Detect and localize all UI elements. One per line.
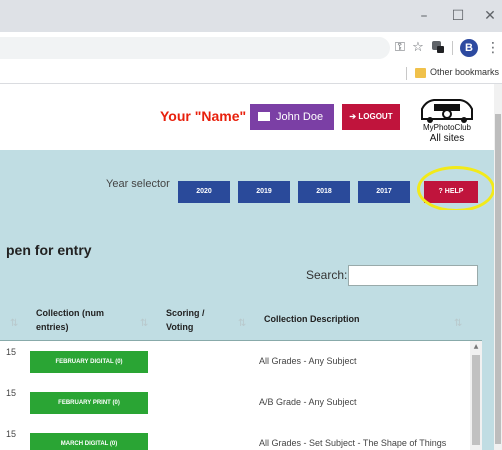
main-content: pen for entry Search: ⇅ Collection (num … — [0, 210, 494, 450]
star-icon[interactable]: ☆ — [410, 40, 426, 56]
column-collection[interactable]: Collection (num entries) — [36, 306, 136, 334]
user-button-label: John Doe — [276, 111, 324, 123]
year-button-2018[interactable]: 2018 — [298, 181, 350, 203]
column-description[interactable]: Collection Description — [264, 312, 414, 326]
help-highlight-ring — [417, 166, 495, 212]
table-header: ⇅ Collection (num entries) ⇅ Scoring / V… — [0, 300, 494, 340]
other-bookmarks-link[interactable]: Other bookmarks — [430, 67, 499, 77]
row-number: 15 — [6, 388, 17, 398]
year-button-2019[interactable]: 2019 — [238, 181, 290, 203]
profile-avatar[interactable]: B — [460, 39, 478, 57]
collection-button[interactable]: MARCH DIGITAL (0) — [30, 433, 148, 450]
collection-description: All Grades - Any Subject — [259, 356, 357, 366]
myphotoclub-logo[interactable]: MyPhotoClub All sites — [412, 95, 482, 147]
logo-subtitle: All sites — [429, 133, 465, 144]
title-bar: – ☐ ✕ — [0, 0, 502, 32]
extension-icon[interactable] — [430, 40, 446, 56]
table-scrollbar[interactable]: ▲ — [470, 341, 482, 450]
id-card-icon — [258, 111, 270, 121]
year-button-2017[interactable]: 2017 — [358, 181, 410, 203]
close-button[interactable]: ✕ — [480, 6, 500, 26]
collection-button[interactable]: FEBRUARY PRINT (0) — [30, 392, 148, 414]
maximize-button[interactable]: ☐ — [448, 6, 468, 26]
row-number: 15 — [6, 347, 17, 357]
collection-button[interactable]: FEBRUARY DIGITAL (0) — [30, 351, 148, 373]
year-button-2020[interactable]: 2020 — [178, 181, 230, 203]
user-button[interactable]: John Doe — [250, 104, 334, 130]
logo-name: MyPhotoClub — [422, 123, 472, 132]
folder-icon[interactable] — [415, 68, 426, 78]
logout-button-label: LOGOUT — [358, 112, 393, 121]
year-selector-label: Year selector — [106, 178, 170, 190]
table-scrollbar-thumb[interactable] — [472, 355, 480, 445]
year-selector-bar: Year selector 2020 2019 2018 2017 ? HELP — [0, 150, 495, 212]
column-scoring[interactable]: Scoring / Voting — [166, 306, 226, 334]
table-body: 15 FEBRUARY DIGITAL (0) All Grades - Any… — [0, 340, 482, 450]
sort-icon[interactable]: ⇅ — [140, 318, 148, 329]
collection-description: A/B Grade - Any Subject — [259, 397, 357, 407]
your-name-label: Your "Name" — [160, 108, 247, 124]
table-row: 15 FEBRUARY PRINT (0) A/B Grade - Any Su… — [0, 382, 482, 422]
sort-icon[interactable]: ⇅ — [10, 318, 18, 329]
bookmarks-bar: Other bookmarks — [0, 64, 502, 84]
browser-window: – ☐ ✕ ⚿ ☆ B ⋮ Other bookmarks Your "Name… — [0, 0, 502, 450]
sort-icon[interactable]: ⇅ — [238, 318, 246, 329]
table-row: 15 FEBRUARY DIGITAL (0) All Grades - Any… — [0, 341, 482, 381]
logout-button[interactable]: ➔ LOGOUT — [342, 104, 400, 130]
row-number: 15 — [6, 429, 17, 439]
toolbar-divider — [452, 41, 453, 55]
scroll-up-arrow-icon[interactable]: ▲ — [472, 343, 480, 351]
car-logo-icon — [421, 99, 473, 123]
key-icon[interactable]: ⚿ — [392, 40, 408, 56]
search-input[interactable] — [348, 265, 478, 286]
site-header: Your "Name" John Doe ➔ LOGOUT MyPhotoClu… — [0, 85, 494, 150]
page-scrollbar-thumb[interactable] — [495, 114, 501, 444]
minimize-button[interactable]: – — [414, 6, 434, 26]
sort-icon[interactable]: ⇅ — [454, 318, 462, 329]
collection-description: All Grades - Set Subject - The Shape of … — [259, 438, 447, 448]
page-scrollbar[interactable] — [494, 84, 502, 450]
browser-toolbar: ⚿ ☆ B ⋮ — [0, 32, 502, 64]
address-bar[interactable] — [0, 37, 390, 59]
search-label: Search: — [306, 268, 348, 282]
table-row: 15 MARCH DIGITAL (0) All Grades - Set Su… — [0, 423, 482, 450]
section-title: pen for entry — [6, 242, 92, 258]
bookmarks-divider — [406, 67, 407, 80]
menu-kebab-icon[interactable]: ⋮ — [486, 40, 500, 56]
